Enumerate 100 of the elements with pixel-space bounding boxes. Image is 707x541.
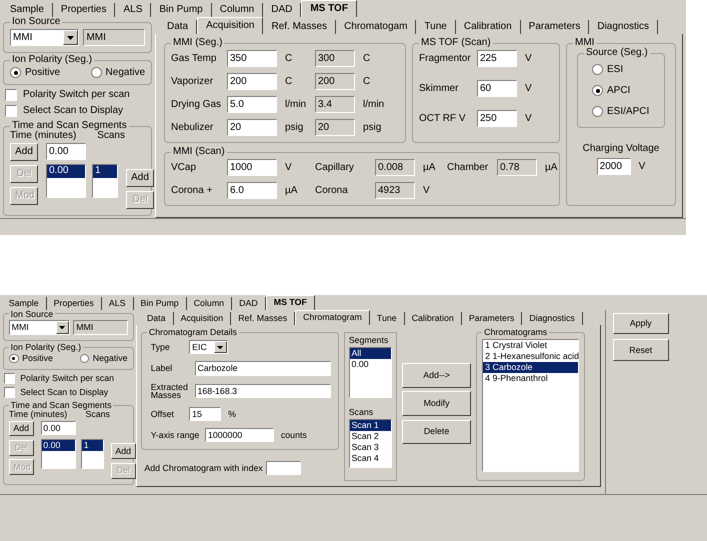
text-field[interactable]: 0.00 — [40, 420, 76, 436]
unit-label: counts — [280, 430, 307, 440]
radio-button[interactable] — [90, 67, 102, 78]
tab[interactable]: Calibration — [456, 20, 521, 34]
tab[interactable]: Tune — [416, 20, 456, 34]
text-field[interactable]: 250 — [477, 110, 517, 127]
tab[interactable]: Acquisition — [174, 312, 232, 325]
tab[interactable]: Ref. Masses — [263, 20, 336, 34]
tab[interactable]: Data — [140, 312, 174, 325]
readback-field: 200 — [315, 73, 355, 90]
text-field[interactable]: 2000 — [596, 158, 631, 175]
radio-button[interactable] — [592, 85, 603, 96]
checkbox[interactable] — [5, 89, 17, 101]
action-button[interactable]: Modify — [402, 391, 471, 416]
action-button[interactable]: Add--> — [402, 363, 471, 388]
tab[interactable]: Tune — [370, 312, 405, 325]
field-label: Charging Voltage — [582, 144, 660, 154]
checkbox[interactable] — [4, 373, 15, 384]
text-field[interactable]: 168-168.3 — [194, 384, 332, 398]
list-item[interactable]: 0.00 — [47, 165, 85, 178]
checkbox-label: Select Scan to Display — [23, 106, 124, 116]
list-item[interactable]: 1 — [93, 165, 117, 178]
tab[interactable]: Properties — [52, 3, 116, 17]
unit-label: l/min — [362, 100, 384, 110]
list-item[interactable]: Scan 1 — [350, 420, 392, 431]
unit-label: psig — [284, 122, 304, 132]
text-field[interactable]: 350 — [227, 50, 277, 67]
action-button[interactable]: Delete — [402, 420, 471, 444]
list-item[interactable]: Scan 4 — [350, 452, 392, 464]
readback-field: 3.4 — [315, 96, 355, 113]
field-label: Drying Gas — [171, 100, 222, 110]
field-label: VCap — [171, 162, 198, 172]
text-field[interactable]: 200 — [227, 73, 277, 90]
list-item[interactable]: 0.00 — [42, 440, 75, 451]
dropdown[interactable]: EIC — [189, 340, 228, 354]
text-field[interactable]: 225 — [477, 50, 517, 67]
action-button[interactable]: Add — [8, 420, 34, 436]
list-item[interactable]: 0.00 — [350, 358, 392, 370]
text-field[interactable]: 0.00 — [46, 143, 86, 160]
text-field[interactable]: 60 — [477, 80, 517, 97]
list-item[interactable]: 1 — [82, 440, 103, 451]
list-item[interactable]: 3 Carbozole — [483, 362, 578, 373]
list-item[interactable]: 2 1-Hexanesulfonic acid — [483, 350, 578, 362]
radio-button[interactable] — [592, 64, 603, 75]
dropdown[interactable]: MMI — [10, 29, 80, 46]
tab[interactable]: Diagnostics — [589, 20, 658, 34]
tab[interactable]: Chromatogram — [295, 310, 370, 325]
list-item[interactable]: 4 9-Phenanthrol — [483, 372, 578, 384]
field-label: Label — [150, 364, 174, 373]
text-field[interactable]: 5.0 — [227, 96, 277, 113]
checkbox[interactable] — [4, 387, 15, 398]
text-field[interactable]: 1000 — [227, 159, 277, 176]
list-item[interactable]: Scan 2 — [350, 430, 392, 442]
text-field[interactable]: 15 — [189, 407, 222, 422]
list-item[interactable]: Scan 3 — [350, 442, 392, 453]
tab[interactable]: Chromatogam — [336, 20, 416, 34]
tab[interactable]: MS TOF — [301, 0, 357, 17]
radio-label: Negative — [92, 354, 128, 363]
radio-button[interactable] — [80, 354, 90, 364]
text-field[interactable] — [266, 460, 302, 476]
radio-button[interactable] — [8, 354, 19, 364]
field-label: Vaporizer — [171, 76, 214, 86]
field-label: Add Chromatogram with index — [144, 464, 263, 472]
field-label: Capillary — [315, 162, 355, 172]
checkbox[interactable] — [5, 105, 17, 117]
action-button[interactable]: Add — [126, 169, 154, 187]
checkbox-label: Polarity Switch per scan — [20, 374, 114, 383]
tab[interactable]: MS TOF — [266, 294, 315, 310]
group-title: MMI (Scan) — [172, 147, 226, 157]
radio-button[interactable] — [592, 106, 603, 117]
field-label: Time (minutes) — [10, 131, 76, 141]
list-item[interactable]: All — [350, 348, 392, 359]
tab[interactable]: Column — [186, 297, 232, 310]
list-item[interactable]: 1 Crystral Violet — [483, 340, 578, 351]
text-field[interactable]: 20 — [227, 119, 277, 136]
field-label: Chamber — [447, 162, 490, 172]
dropdown[interactable]: MMI — [8, 320, 70, 336]
text-field[interactable]: Carbozole — [194, 361, 332, 376]
tab[interactable]: Parameters — [520, 20, 590, 34]
tab[interactable]: Sample — [2, 297, 47, 310]
unit-label: V — [284, 162, 292, 172]
radio-label: Positive — [22, 354, 53, 363]
list-title: Scans — [348, 408, 374, 417]
tab[interactable]: Sample — [2, 3, 53, 17]
tab[interactable]: Properties — [46, 297, 102, 310]
text-field[interactable]: 1000000 — [205, 428, 274, 442]
action-button[interactable]: Add — [110, 443, 136, 460]
tab[interactable]: ALS — [102, 297, 134, 310]
action-button[interactable]: Reset — [612, 339, 669, 361]
action-button[interactable]: Apply — [612, 313, 669, 334]
tab[interactable]: Bin Pump — [134, 297, 187, 310]
tab[interactable]: ALS — [115, 3, 152, 17]
tab[interactable]: Parameters — [462, 312, 522, 325]
text-field[interactable]: 6.0 — [227, 182, 277, 199]
field-label: Corona + — [171, 186, 214, 196]
action-button[interactable]: Add — [10, 143, 38, 161]
radio-button[interactable] — [10, 67, 21, 78]
tab[interactable]: Acquisition — [197, 17, 264, 34]
tab[interactable]: Diagnostics — [522, 312, 583, 325]
tab[interactable]: Calibration — [404, 312, 462, 325]
